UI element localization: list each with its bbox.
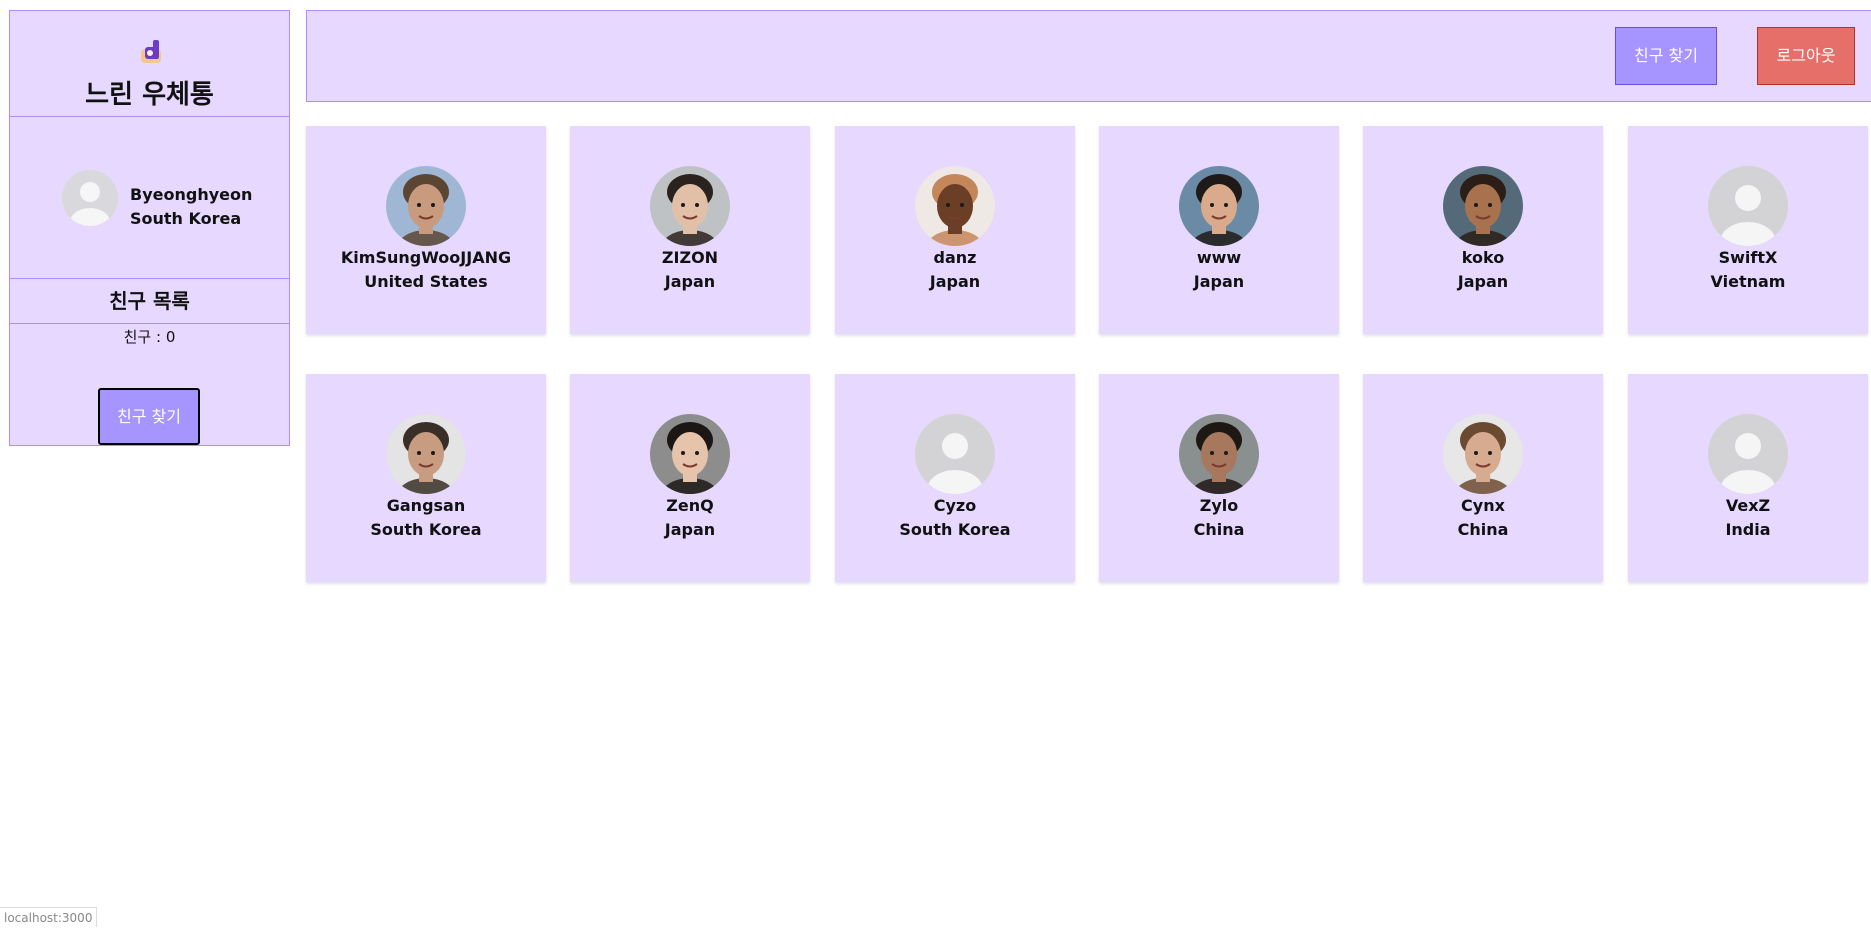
user-country: India [1725, 520, 1771, 539]
user-card[interactable]: Cynx China [1363, 374, 1603, 582]
user-name: danz [933, 248, 977, 267]
user-name: Cyzo [933, 496, 977, 515]
user-card[interactable]: ZenQ Japan [570, 374, 810, 582]
user-name: koko [1461, 248, 1505, 267]
user-card[interactable]: ZIZON Japan [570, 126, 810, 334]
profile-avatar [62, 170, 118, 226]
user-name: www [1196, 248, 1242, 267]
profile-name: Byeonghyeon [130, 185, 253, 204]
user-country: South Korea [899, 520, 1011, 539]
status-url: localhost:3000 [0, 907, 98, 927]
user-avatar [386, 166, 466, 246]
user-name: Cynx [1461, 496, 1505, 515]
friends-list-header: 친구 목록 [10, 279, 289, 324]
user-card[interactable]: koko Japan [1363, 126, 1603, 334]
user-card[interactable]: danz Japan [835, 126, 1075, 334]
default-avatar-icon [1708, 414, 1788, 494]
user-avatar [650, 414, 730, 494]
user-avatar [1443, 414, 1523, 494]
user-name: KimSungWooJJANG [340, 248, 512, 267]
profile-country: South Korea [130, 209, 242, 228]
user-card[interactable]: Cyzo South Korea [835, 374, 1075, 582]
user-avatar [915, 166, 995, 246]
user-country: Japan [664, 520, 716, 539]
sidebar-find-friends-button[interactable]: 친구 찾기 [98, 388, 200, 445]
sidebar: 느린 우체통 Byeonghyeon South Korea 친구 목록 친구 … [9, 10, 290, 446]
user-country: South Korea [370, 520, 482, 539]
user-avatar [1443, 166, 1523, 246]
default-avatar-icon [1708, 166, 1788, 246]
friend-count: 친구 : 0 [123, 328, 176, 346]
user-card[interactable]: www Japan [1099, 126, 1339, 334]
brand-section: 느린 우체통 [10, 11, 289, 117]
user-name: VexZ [1725, 496, 1771, 515]
user-name: ZIZON [661, 248, 719, 267]
user-country: Japan [664, 272, 716, 291]
user-profile: Byeonghyeon South Korea [10, 117, 289, 279]
app-title: 느린 우체통 [85, 80, 214, 110]
user-country: United States [364, 272, 488, 291]
logo-icon[interactable] [138, 38, 166, 66]
user-name: ZenQ [666, 496, 714, 515]
user-country: China [1457, 520, 1509, 539]
user-avatar [1179, 414, 1259, 494]
user-country: Japan [1193, 272, 1245, 291]
user-card[interactable]: SwiftX Vietnam [1628, 126, 1868, 334]
user-card[interactable]: Zylo China [1099, 374, 1339, 582]
user-country: Vietnam [1710, 272, 1786, 291]
user-country: China [1193, 520, 1245, 539]
user-card[interactable]: KimSungWooJJANG United States [306, 126, 546, 334]
user-country: Japan [1457, 272, 1509, 291]
user-name: SwiftX [1718, 248, 1778, 267]
user-name: Zylo [1199, 496, 1239, 515]
user-card[interactable]: VexZ India [1628, 374, 1868, 582]
user-name: Gangsan [386, 496, 466, 515]
user-avatar [1179, 166, 1259, 246]
default-avatar-icon [915, 414, 995, 494]
user-country: Japan [929, 272, 981, 291]
logout-button[interactable]: 로그아웃 [1757, 27, 1855, 85]
user-card[interactable]: Gangsan South Korea [306, 374, 546, 582]
find-friends-button[interactable]: 친구 찾기 [1615, 27, 1717, 85]
user-avatar [386, 414, 466, 494]
user-avatar [650, 166, 730, 246]
